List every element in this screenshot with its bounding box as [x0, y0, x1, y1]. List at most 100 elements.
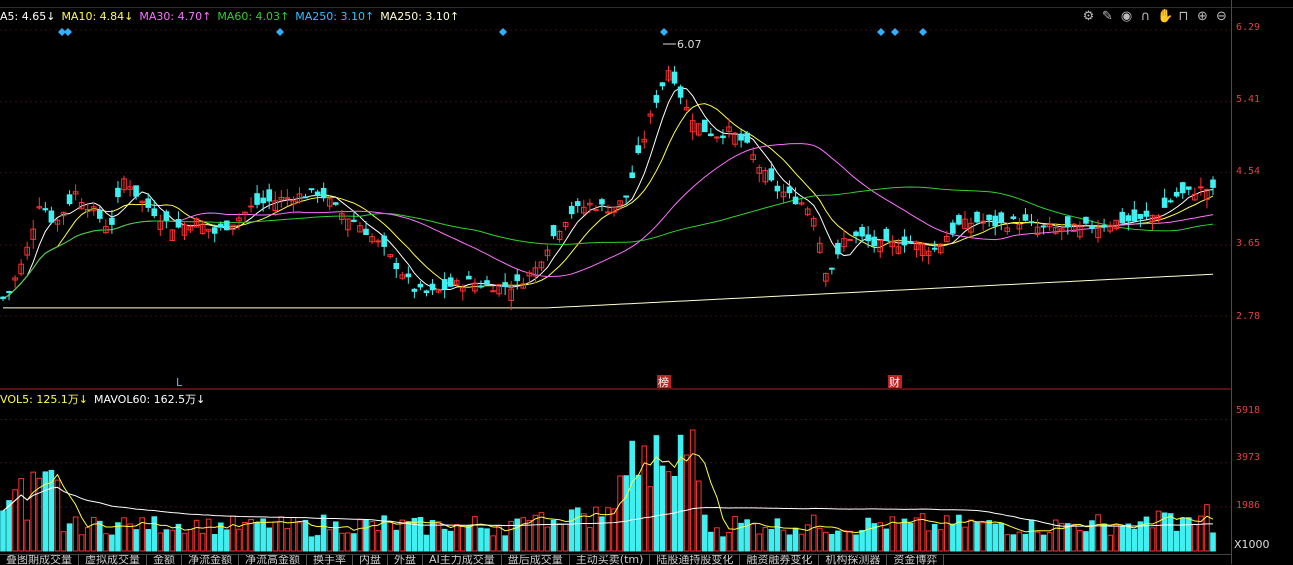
volume-bar	[266, 527, 272, 552]
volume-bar	[1083, 531, 1089, 552]
volume-bar	[447, 530, 454, 552]
volume-bar	[460, 525, 466, 552]
volume-bar	[962, 526, 968, 552]
volume-bar	[623, 475, 629, 552]
volume-bar	[30, 471, 37, 552]
volume-bar	[1125, 523, 1132, 552]
candle-body	[308, 188, 315, 191]
volume-bar	[665, 471, 672, 552]
volume-bar	[883, 528, 890, 552]
candle-body	[514, 274, 521, 282]
candle-body	[992, 215, 999, 227]
candle-body	[42, 208, 49, 211]
volume-bar	[950, 523, 956, 552]
volume-bar	[629, 440, 636, 552]
volume-bar	[1143, 516, 1150, 552]
volume-bar	[562, 523, 569, 552]
vol-item: MAVOL60: 162.5万↓	[94, 393, 206, 406]
volume-bar	[1119, 525, 1126, 552]
candle-body	[133, 185, 139, 197]
vol-item: VOL5: 125.1万↓	[0, 393, 89, 406]
candle-body	[635, 145, 642, 154]
volume-bar	[653, 435, 660, 552]
volume-bar	[538, 512, 545, 552]
candle-body	[871, 236, 878, 247]
volume-bar	[992, 523, 999, 552]
candle-body	[163, 211, 170, 221]
marker-bang: 榜	[658, 375, 669, 389]
volume-bar	[683, 454, 690, 552]
volume-bar	[641, 445, 648, 552]
event-diamond	[499, 28, 507, 36]
high-price-label: 6.07	[677, 38, 702, 51]
candle-body	[266, 189, 272, 202]
candle-body	[931, 247, 938, 250]
candle-body	[423, 290, 430, 293]
volume-bar	[786, 534, 793, 552]
volume-bar	[956, 514, 962, 552]
volume-bar	[581, 513, 587, 552]
candle-body	[1131, 209, 1138, 222]
candle-body	[175, 219, 182, 228]
candle-body	[405, 273, 412, 278]
volume-bar	[357, 519, 363, 552]
volume-bar	[750, 523, 757, 552]
volume-bar	[97, 520, 103, 552]
volume-bar	[1167, 513, 1174, 552]
candle-body	[1040, 225, 1047, 228]
volume-bar	[689, 429, 696, 552]
candle-body	[829, 267, 835, 270]
ytick-4: 2.78	[1236, 311, 1261, 322]
candle-body	[708, 133, 714, 137]
candle-body	[1173, 191, 1180, 197]
volume-bar	[726, 531, 732, 552]
event-diamond	[276, 28, 284, 36]
candle-body	[1161, 197, 1168, 208]
volume-bar	[18, 478, 24, 552]
volume-bar	[587, 527, 593, 552]
volume-bar	[453, 524, 460, 552]
volume-bar	[60, 531, 67, 552]
event-diamond	[660, 28, 668, 36]
candle-body	[1186, 186, 1192, 190]
candle-body	[768, 168, 775, 181]
volume-bar	[556, 523, 563, 552]
candle-body	[0, 296, 6, 300]
candle-body	[835, 243, 841, 255]
ytick-2: 4.54	[1236, 166, 1261, 177]
volume-bar	[774, 518, 781, 552]
volume-bar	[339, 532, 345, 552]
candle-body	[109, 217, 115, 225]
candle-body	[260, 197, 266, 204]
candle-body	[677, 86, 684, 98]
volume-bar	[84, 527, 91, 552]
volume-bar	[230, 515, 236, 552]
volume-bar	[435, 521, 442, 552]
candle-body	[671, 71, 678, 84]
volume-bar	[853, 534, 859, 552]
volume-bar	[744, 519, 750, 552]
volume-bar	[272, 521, 279, 552]
volume-bar	[1155, 510, 1162, 552]
volume-bar	[320, 514, 327, 552]
candle-body	[332, 202, 339, 205]
candle-body	[599, 199, 605, 205]
volume-bar	[121, 517, 127, 552]
volume-bar	[532, 514, 539, 552]
candle-body	[950, 222, 956, 234]
volume-bar	[671, 476, 678, 552]
volume-bar	[151, 516, 158, 552]
volume-bar	[411, 517, 418, 552]
volume-bar	[109, 534, 115, 552]
volume-bar	[847, 530, 853, 552]
event-diamond	[877, 28, 885, 36]
volume-bar	[708, 531, 714, 552]
volume-unit: X1000	[1234, 538, 1270, 551]
volume-bar	[0, 510, 6, 552]
volume-bar	[103, 533, 109, 552]
volume-bar	[211, 533, 218, 552]
volume-bar	[205, 518, 212, 552]
candle-body	[714, 136, 720, 139]
volume-bar	[393, 529, 400, 552]
volume-bar	[1058, 523, 1065, 552]
